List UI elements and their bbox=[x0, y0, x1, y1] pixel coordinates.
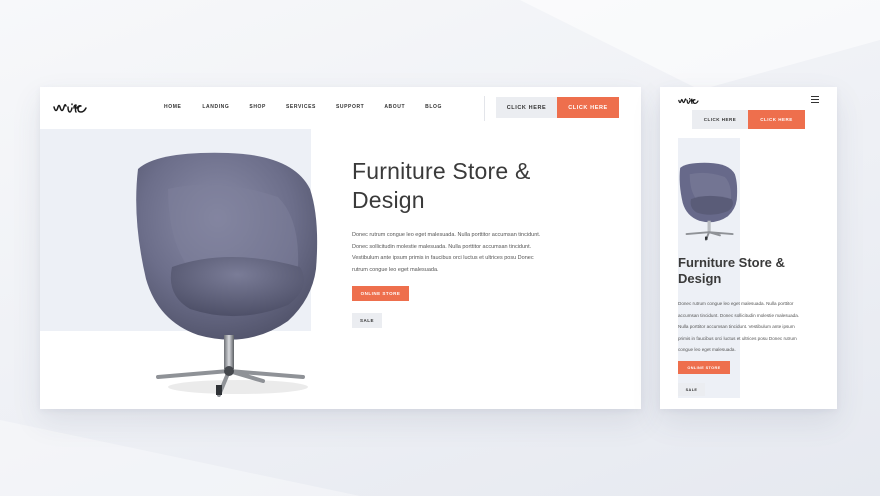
mobile-hero-description: Donec rutrum congue leo eget malesuada. … bbox=[678, 298, 828, 356]
wire-logo bbox=[53, 103, 87, 113]
desktop-header: HOME LANDING SHOP SERVICES SUPPORT ABOUT… bbox=[40, 87, 641, 129]
mobile-preview: CLICK HERE CLICK HERE Furniture Store & … bbox=[660, 87, 837, 409]
mobile-description-line: congue leo eget malesuada. bbox=[678, 347, 736, 353]
swivel-chair-image bbox=[679, 162, 738, 241]
mobile-primary-button[interactable]: CLICK HERE bbox=[748, 110, 805, 129]
desktop-main-nav: HOME LANDING SHOP SERVICES SUPPORT ABOUT… bbox=[164, 104, 442, 110]
hero-description-line: Vestibulum ante ipsum primis in faucibus… bbox=[352, 255, 534, 262]
sale-button[interactable]: SALE bbox=[352, 313, 382, 328]
mobile-secondary-button[interactable]: CLICK HERE bbox=[692, 110, 748, 129]
mobile-title-line-2: Design bbox=[678, 271, 722, 286]
nav-shop[interactable]: SHOP bbox=[249, 104, 266, 110]
hero-description-line: Donec sollicitudin molestie malesuada. N… bbox=[352, 243, 532, 250]
hero-title: Furniture Store & Design bbox=[352, 157, 592, 215]
hero-title-line-1: Furniture Store & bbox=[352, 158, 531, 184]
mobile-hero-title: Furniture Store & Design bbox=[678, 255, 828, 287]
mobile-sale-button[interactable]: SALE bbox=[678, 383, 705, 396]
hamburger-menu-icon[interactable] bbox=[811, 96, 819, 103]
hero-title-line-2: Design bbox=[352, 187, 425, 213]
nav-support[interactable]: SUPPORT bbox=[336, 104, 364, 110]
nav-landing[interactable]: LANDING bbox=[202, 104, 229, 110]
desktop-preview: HOME LANDING SHOP SERVICES SUPPORT ABOUT… bbox=[40, 87, 641, 409]
header-divider bbox=[484, 96, 485, 121]
mobile-description-line: Donec rutrum congue leo eget malesuada. … bbox=[678, 301, 794, 306]
nav-services[interactable]: SERVICES bbox=[286, 104, 316, 110]
mobile-description-line: primis in faucibus orci luctus et ultric… bbox=[678, 335, 797, 341]
mobile-title-line-1: Furniture Store & bbox=[678, 255, 785, 270]
mobile-description-line: accumsan tincidunt. Donec sollicitudin m… bbox=[678, 312, 800, 318]
hero-description-line: rutrum congue leo eget malesuada. bbox=[352, 266, 439, 273]
header-primary-button[interactable]: CLICK HERE bbox=[557, 97, 619, 118]
header-secondary-button[interactable]: CLICK HERE bbox=[496, 97, 557, 118]
swivel-chair-image bbox=[136, 152, 318, 397]
hero-description-line: Donec rutrum congue leo eget malesuada. … bbox=[352, 232, 541, 238]
wire-logo bbox=[678, 98, 699, 104]
nav-home[interactable]: HOME bbox=[164, 104, 181, 110]
mobile-online-store-button[interactable]: ONLINE STORE bbox=[678, 361, 730, 374]
hero-description: Donec rutrum congue leo eget malesuada. … bbox=[352, 230, 562, 276]
mobile-description-line: Nulla porttitor accumsan tincidunt. Vest… bbox=[678, 324, 795, 330]
nav-blog[interactable]: BLOG bbox=[425, 104, 442, 110]
online-store-button[interactable]: ONLINE STORE bbox=[352, 286, 409, 301]
nav-about[interactable]: ABOUT bbox=[384, 104, 405, 110]
